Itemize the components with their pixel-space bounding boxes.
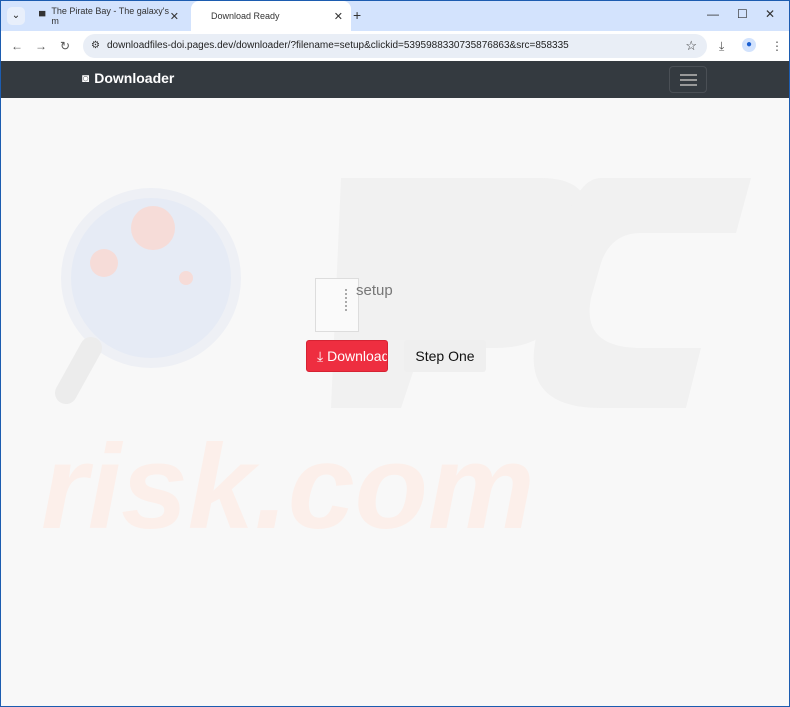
pcrisk-watermark: risk.com bbox=[41, 178, 751, 554]
svg-text:risk.com: risk.com bbox=[41, 420, 535, 554]
zip-file-icon bbox=[315, 278, 359, 332]
pirate-ship-icon: ▀ bbox=[39, 11, 46, 21]
url-input[interactable]: ⚙ downloadfiles-doi.pages.dev/downloader/… bbox=[83, 34, 707, 58]
navbar: ◙ Downloader bbox=[1, 61, 789, 98]
tab-search-button[interactable]: ⌄ bbox=[7, 7, 25, 25]
close-window-button[interactable]: ✕ bbox=[765, 7, 775, 21]
download-button[interactable]: ⤓ Download bbox=[306, 340, 388, 372]
back-icon[interactable]: ← bbox=[11, 39, 23, 53]
tab-label: The Pirate Bay - The galaxy's m bbox=[51, 6, 169, 26]
browser-window: ⌄ ▀ The Pirate Bay - The galaxy's m ✕ Down… bbox=[1, 1, 789, 706]
profile-avatar-icon[interactable]: ● bbox=[742, 38, 756, 52]
minimize-button[interactable]: — bbox=[707, 7, 719, 21]
new-tab-button[interactable]: + bbox=[353, 7, 361, 23]
file-name: setup bbox=[356, 282, 393, 299]
navbar-brand[interactable]: ◙ Downloader bbox=[82, 70, 174, 86]
address-bar-row: ← → ↻ ⚙ downloadfiles-doi.pages.dev/downl… bbox=[1, 31, 789, 61]
download-label: Download bbox=[327, 348, 388, 364]
downloads-icon[interactable]: ⤓ bbox=[719, 39, 724, 54]
tab-label: Download Ready bbox=[211, 11, 280, 21]
step-one-button[interactable]: Step One bbox=[404, 340, 486, 372]
url-text: downloadfiles-doi.pages.dev/downloader/?… bbox=[107, 40, 569, 51]
close-tab-icon[interactable]: ✕ bbox=[170, 10, 179, 23]
download-icon: ⤓ bbox=[317, 348, 324, 364]
forward-icon[interactable]: → bbox=[35, 39, 47, 53]
bookmark-star-icon[interactable]: ☆ bbox=[685, 34, 697, 58]
reload-icon[interactable]: ↻ bbox=[60, 39, 70, 53]
maximize-button[interactable]: ☐ bbox=[737, 7, 748, 21]
camera-icon: ◙ bbox=[82, 71, 90, 85]
site-settings-icon[interactable]: ⚙ bbox=[91, 34, 100, 58]
tab-pirate-bay[interactable]: ▀ The Pirate Bay - The galaxy's m ✕ bbox=[29, 1, 187, 31]
tab-strip: ⌄ ▀ The Pirate Bay - The galaxy's m ✕ Down… bbox=[1, 1, 789, 31]
tab-download-ready[interactable]: Download Ready ✕ bbox=[191, 1, 351, 31]
main-content: risk.com setup ⤓ Download Step One bbox=[1, 98, 789, 706]
navbar-toggler-button[interactable] bbox=[669, 66, 707, 93]
brand-label: Downloader bbox=[94, 70, 175, 86]
close-tab-icon[interactable]: ✕ bbox=[334, 10, 343, 23]
menu-kebab-icon[interactable]: ⋮ bbox=[771, 39, 783, 53]
